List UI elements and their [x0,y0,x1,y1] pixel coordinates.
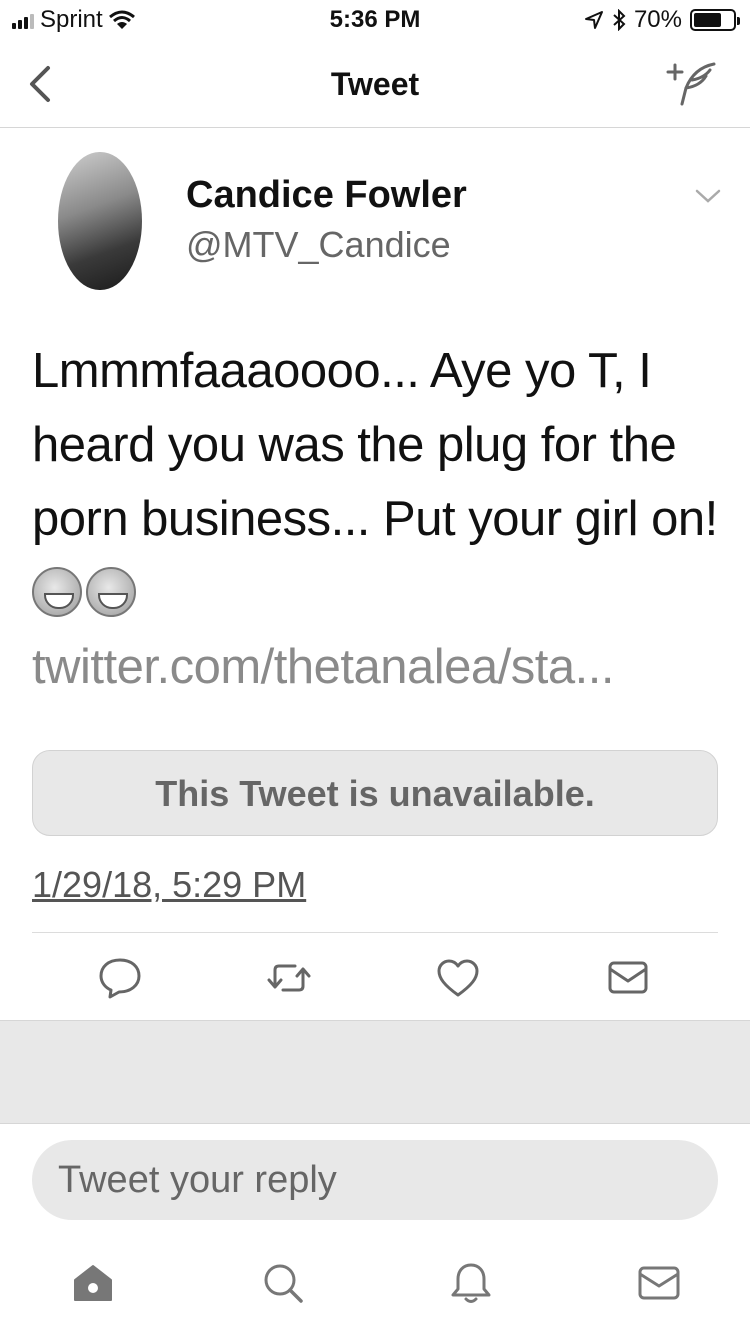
author-handle[interactable]: @MTV_Candice [186,224,451,266]
avatar[interactable] [58,152,142,290]
tweet-body: Lmmmfaaaoooo... Aye yo T, I heard you wa… [32,344,718,546]
chevron-down-icon[interactable] [694,186,722,206]
battery-percent: 70% [633,6,682,33]
status-right: 70% [584,6,740,34]
search-icon[interactable] [258,1258,308,1308]
notifications-icon[interactable] [446,1258,496,1308]
divider [32,932,718,933]
compose-tweet-icon[interactable] [664,58,720,110]
page-title: Tweet [330,66,420,102]
tweet-timestamp[interactable]: 1/29/18, 5:29 PM [32,864,306,906]
replies-area [0,1020,750,1124]
quoted-tweet-unavailable: This Tweet is unavailable. [32,750,718,836]
reply-input[interactable] [32,1140,718,1220]
location-icon [584,11,603,29]
bluetooth-icon [613,9,626,31]
tweet-actions [0,950,750,1006]
nav-bar: Tweet [0,40,750,128]
messages-icon[interactable] [634,1258,684,1308]
author-name[interactable]: Candice Fowler [186,174,467,217]
tweet-link[interactable]: twitter.com/thetanalea/sta... [32,640,614,694]
retweet-icon[interactable] [261,950,317,1006]
battery-icon [690,9,740,31]
battery-fill [694,13,721,27]
laughing-emoji-icon [32,566,140,620]
home-icon[interactable] [68,1258,118,1308]
status-bar: Sprint 5:36 PM 70% [0,0,750,40]
tab-bar [0,1250,750,1320]
like-icon[interactable] [430,950,486,1006]
tweet-text: Lmmmfaaaoooo... Aye yo T, I heard you wa… [32,334,732,704]
reply-icon[interactable] [92,950,148,1006]
direct-message-icon[interactable] [600,950,656,1006]
